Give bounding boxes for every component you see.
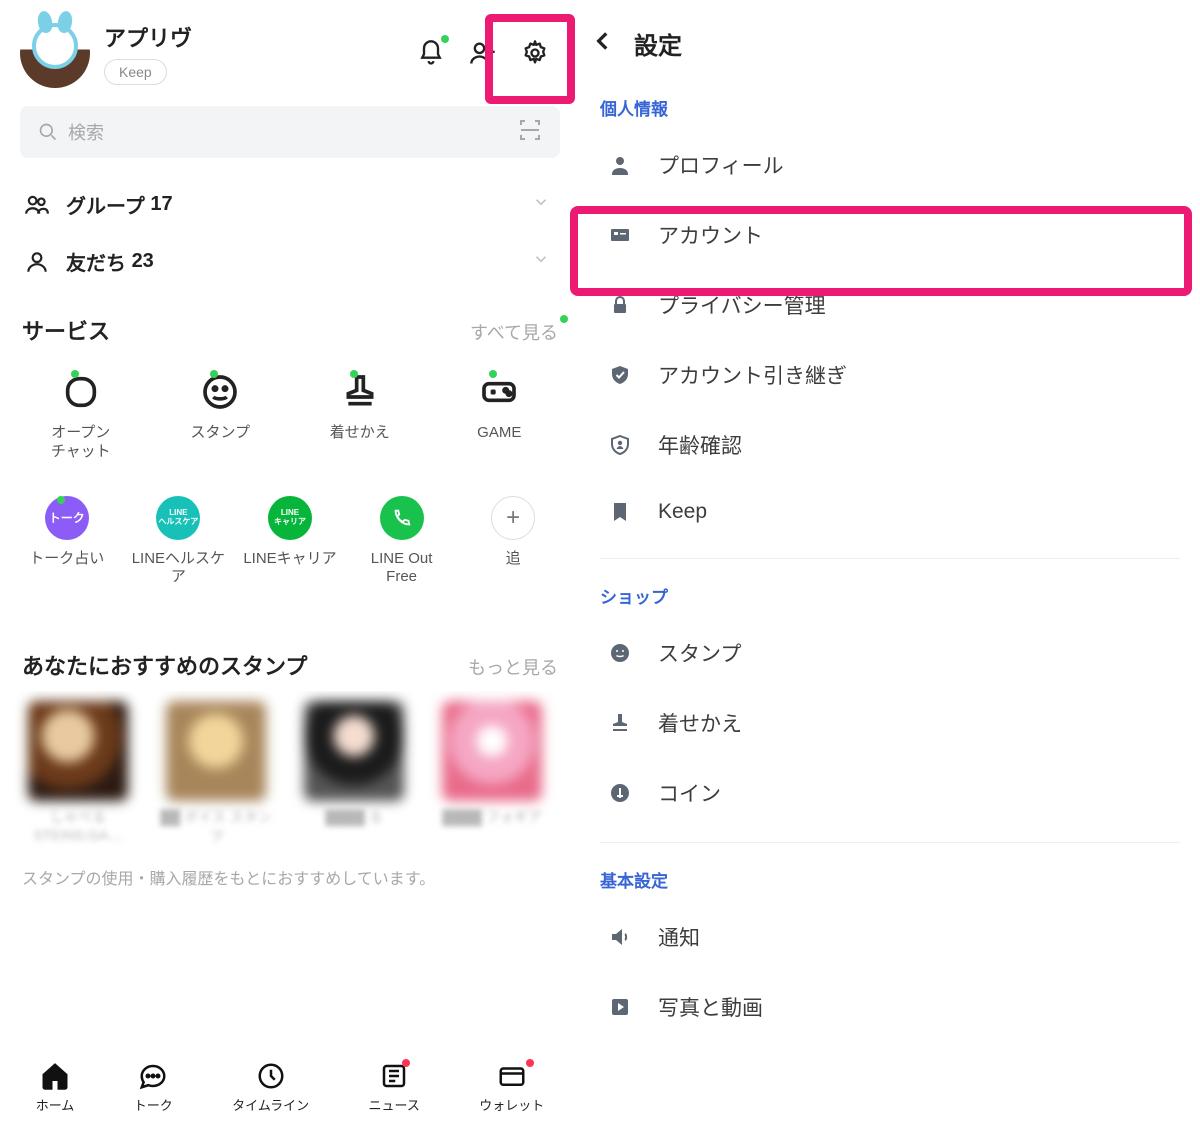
stamp-item[interactable]: ██ ボイス スタンプ [156,701,276,841]
search-input[interactable]: 検索 [20,106,560,158]
avatar[interactable] [20,18,90,88]
bell-icon[interactable] [416,38,446,68]
qr-scan-icon[interactable] [518,118,542,147]
settings-coin[interactable]: コイン [580,758,1200,828]
service-career[interactable]: LINE キャリア LINEキャリア [239,488,341,594]
nav-news[interactable]: ニュース [369,1061,420,1114]
services-grid-2: トーク トーク占い LINE ヘルスケア LINEヘルスケア LINE キャリア… [0,468,580,594]
nav-home[interactable]: ホーム [36,1061,75,1114]
service-theme[interactable]: 着せかえ [295,362,425,468]
add-friend-icon[interactable] [468,38,498,68]
profile-row: アプリヴ Keep [0,0,580,98]
friend-icon [24,249,52,275]
service-stamp[interactable]: スタンプ [156,362,286,468]
service-lineout[interactable]: LINE Out Free [351,488,453,594]
nav-wallet[interactable]: ウォレット [479,1061,544,1114]
group-shop: ショップ [580,573,1200,618]
chevron-down-icon [532,250,550,274]
friends-row[interactable]: 友だち 23 [0,233,580,290]
settings-privacy[interactable]: プライバシー管理 [580,270,1200,340]
friends-count: 23 [132,250,154,273]
search-placeholder: 検索 [68,119,518,145]
stamp-item[interactable]: しゃべる STEINS;GA… [18,701,138,841]
services-header: サービス すべて見る [0,290,580,356]
coin-icon [600,781,640,805]
settings-screen: 設定 個人情報 プロフィール アカウント プライバシー管理 アカウント引き継ぎ … [580,0,1200,1126]
stamps-more-link[interactable]: もっと見る [468,654,558,680]
settings-keep[interactable]: Keep [580,480,1200,544]
speaker-icon [600,925,640,949]
service-openchat[interactable]: オープン チャット [16,362,146,468]
stamp-row[interactable]: しゃべる STEINS;GA… ██ ボイス スタンプ ████ る ████ … [0,691,580,851]
brush-icon [600,711,640,735]
play-icon [600,995,640,1019]
stamp-item[interactable]: ████ る [294,701,414,841]
group-icon [24,192,52,218]
nav-timeline[interactable]: タイムライン [232,1061,309,1114]
nav-talk[interactable]: トーク [134,1061,173,1114]
display-name: アプリヴ [104,21,192,53]
divider [600,842,1180,843]
service-healthcare[interactable]: LINE ヘルスケア LINEヘルスケア [128,488,230,594]
groups-count: 17 [150,193,172,216]
group-personal: 個人情報 [580,85,1200,130]
stamp-hint: スタンプの使用・購入履歴をもとにおすすめしています。 [0,851,580,899]
settings-theme[interactable]: 着せかえ [580,688,1200,758]
person-icon [600,153,640,177]
stamp-item[interactable]: ████ フォギア [432,701,552,841]
home-screen: アプリヴ Keep 検索 グループ 17 友だ [0,0,580,1126]
gear-icon[interactable] [520,38,550,68]
services-grid-1: オープン チャット スタンプ 着せかえ GAME [0,356,580,468]
stamps-header: あなたにおすすめのスタンプ もっと見る [0,593,580,691]
lock-icon [600,293,640,317]
keep-chip[interactable]: Keep [104,59,167,85]
bookmark-icon [600,500,640,524]
smile-icon [600,641,640,665]
settings-title: 設定 [634,26,682,61]
shield-check-icon [600,363,640,387]
id-card-icon [600,223,640,247]
bottom-nav: ホーム トーク タイムライン ニュース ウォレット [0,1050,580,1126]
friends-label: 友だち [66,247,126,276]
chevron-down-icon [532,193,550,217]
settings-profile[interactable]: プロフィール [580,130,1200,200]
settings-stamp[interactable]: スタンプ [580,618,1200,688]
stamps-title: あなたにおすすめのスタンプ [22,649,307,681]
group-basic: 基本設定 [580,857,1200,902]
settings-age[interactable]: 年齢確認 [580,410,1200,480]
settings-account[interactable]: アカウント [580,200,1200,270]
back-icon[interactable] [590,28,616,59]
groups-label: グループ [66,190,145,219]
divider [600,558,1180,559]
services-title: サービス [22,314,110,346]
groups-row[interactable]: グループ 17 [0,176,580,233]
settings-notif[interactable]: 通知 [580,902,1200,972]
shield-person-icon [600,433,640,457]
settings-header: 設定 [580,10,1200,85]
service-add[interactable]: + 追 [462,488,564,594]
service-fortune[interactable]: トーク トーク占い [16,488,118,594]
search-icon [38,122,58,142]
service-game[interactable]: GAME [435,362,565,468]
settings-media[interactable]: 写真と動画 [580,972,1200,1042]
services-all-link[interactable]: すべて見る [470,319,558,345]
settings-transfer[interactable]: アカウント引き継ぎ [580,340,1200,410]
